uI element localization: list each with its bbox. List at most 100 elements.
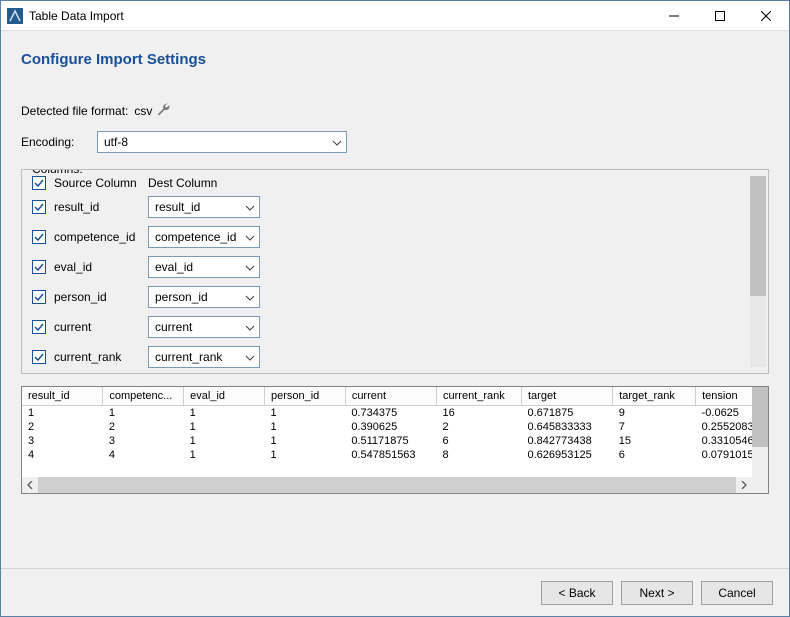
column-source-name: current_rank bbox=[54, 350, 148, 364]
grid-column-header[interactable]: target_rank bbox=[613, 387, 696, 406]
grid-row[interactable]: 22110.39062520.64583333370.25520833313 bbox=[22, 420, 752, 434]
column-checkbox[interactable] bbox=[32, 200, 46, 214]
maximize-button[interactable] bbox=[697, 1, 743, 31]
grid-cell: 1 bbox=[184, 434, 265, 448]
grid-cell: 2 bbox=[437, 420, 522, 434]
grid-column-header[interactable]: result_id bbox=[22, 387, 103, 406]
column-source-name: eval_id bbox=[54, 260, 148, 274]
chevron-down-icon bbox=[245, 230, 255, 244]
grid-column-header[interactable]: person_id bbox=[264, 387, 345, 406]
grid-cell: 6 bbox=[613, 448, 696, 462]
column-dest-value: eval_id bbox=[155, 260, 193, 274]
grid-vertical-scrollbar[interactable] bbox=[752, 387, 768, 477]
grid-cell: 16 bbox=[437, 406, 522, 421]
grid-cell: 0.390625 bbox=[345, 420, 436, 434]
grid-cell: 1 bbox=[264, 420, 345, 434]
column-mapping-row: current_rank current_rank bbox=[32, 346, 762, 368]
app-icon bbox=[7, 8, 23, 24]
grid-cell: 1 bbox=[184, 420, 265, 434]
detected-format-value: csv bbox=[134, 104, 152, 118]
grid-cell: 1 bbox=[184, 406, 265, 421]
column-source-name: result_id bbox=[54, 200, 148, 214]
column-dest-select[interactable]: current bbox=[148, 316, 260, 338]
grid-cell: 0.547851563 bbox=[345, 448, 436, 462]
grid-column-header[interactable]: target bbox=[522, 387, 613, 406]
grid-vertical-scrollbar-thumb[interactable] bbox=[752, 387, 768, 447]
grid-row[interactable]: 33110.5117187560.842773438150.3310546881… bbox=[22, 434, 752, 448]
grid-cell: 15 bbox=[613, 434, 696, 448]
grid-horizontal-scrollbar[interactable] bbox=[22, 477, 752, 493]
detected-format-row: Detected file format: csv bbox=[21, 102, 769, 119]
detected-format-label: Detected file format: bbox=[21, 104, 128, 118]
column-checkbox[interactable] bbox=[32, 320, 46, 334]
column-source-name: person_id bbox=[54, 290, 148, 304]
grid-cell: 4 bbox=[22, 448, 103, 462]
column-mapping-row: competence_idcompetence_id bbox=[32, 226, 762, 248]
grid-cell: 0.331054688 bbox=[696, 434, 752, 448]
column-dest-select[interactable]: eval_id bbox=[148, 256, 260, 278]
chevron-down-icon bbox=[245, 350, 255, 364]
back-button[interactable]: < Back bbox=[541, 581, 613, 605]
data-grid: result_idcompetenc...eval_idperson_idcur… bbox=[21, 386, 769, 494]
encoding-value: utf-8 bbox=[104, 135, 128, 149]
column-dest-value: result_id bbox=[155, 200, 200, 214]
grid-column-header[interactable]: tension bbox=[696, 387, 752, 406]
grid-horizontal-scrollbar-track[interactable] bbox=[38, 477, 736, 493]
grid-cell: 3 bbox=[103, 434, 184, 448]
column-checkbox[interactable] bbox=[32, 290, 46, 304]
column-dest-select[interactable]: person_id bbox=[148, 286, 260, 308]
close-button[interactable] bbox=[743, 1, 789, 31]
grid-row[interactable]: 44110.54785156380.62695312560.0791015637 bbox=[22, 448, 752, 462]
encoding-row: Encoding: utf-8 bbox=[21, 131, 769, 153]
page-title: Configure Import Settings bbox=[21, 51, 769, 68]
columns-master-checkbox[interactable] bbox=[32, 176, 46, 190]
window: Table Data Import Configure Import Setti… bbox=[0, 0, 790, 617]
column-checkbox[interactable] bbox=[32, 230, 46, 244]
column-dest-select[interactable]: competence_id bbox=[148, 226, 260, 248]
grid-cell: 1 bbox=[264, 434, 345, 448]
column-mapping-row: person_id person_id bbox=[32, 286, 762, 308]
grid-column-header[interactable]: competenc... bbox=[103, 387, 184, 406]
column-dest-select[interactable]: current_rank bbox=[148, 346, 260, 368]
grid-column-header[interactable]: current_rank bbox=[437, 387, 522, 406]
column-checkbox[interactable] bbox=[32, 350, 46, 364]
columns-scrollbar[interactable] bbox=[750, 176, 766, 367]
column-source-name: current bbox=[54, 320, 148, 334]
window-title: Table Data Import bbox=[29, 9, 124, 23]
column-mapping-row: eval_id eval_id bbox=[32, 256, 762, 278]
grid-cell: 2 bbox=[22, 420, 103, 434]
grid-cell: 9 bbox=[613, 406, 696, 421]
grid-cell: 1 bbox=[264, 448, 345, 462]
scroll-left-icon[interactable] bbox=[22, 477, 38, 493]
grid-cell: 1 bbox=[22, 406, 103, 421]
minimize-button[interactable] bbox=[651, 1, 697, 31]
grid-cell: 0.51171875 bbox=[345, 434, 436, 448]
grid-cell: 8 bbox=[437, 448, 522, 462]
columns-group-label: Columns: bbox=[30, 169, 85, 176]
scroll-right-icon[interactable] bbox=[736, 477, 752, 493]
columns-header-row: Source Column Dest Column bbox=[32, 176, 762, 190]
column-dest-value: current_rank bbox=[155, 350, 222, 364]
columns-scrollbar-thumb[interactable] bbox=[750, 176, 766, 296]
column-dest-select[interactable]: result_id bbox=[148, 196, 260, 218]
titlebar: Table Data Import bbox=[1, 1, 789, 31]
grid-cell: 4 bbox=[103, 448, 184, 462]
column-dest-value: current bbox=[155, 320, 192, 334]
wrench-icon[interactable] bbox=[156, 102, 170, 119]
encoding-label: Encoding: bbox=[21, 135, 91, 149]
grid-cell: 3 bbox=[22, 434, 103, 448]
footer: < Back Next > Cancel bbox=[1, 568, 789, 616]
grid-row[interactable]: 11110.734375160.6718759-0.06255 bbox=[22, 406, 752, 421]
grid-cell: 0.671875 bbox=[522, 406, 613, 421]
chevron-down-icon bbox=[245, 320, 255, 334]
columns-groupbox: Columns: Source Column Dest Column resul… bbox=[21, 169, 769, 374]
grid-cell: 0.842773438 bbox=[522, 434, 613, 448]
column-mapping-row: current current bbox=[32, 316, 762, 338]
column-dest-value: person_id bbox=[155, 290, 208, 304]
column-checkbox[interactable] bbox=[32, 260, 46, 274]
encoding-select[interactable]: utf-8 bbox=[97, 131, 347, 153]
grid-column-header[interactable]: current bbox=[345, 387, 436, 406]
cancel-button[interactable]: Cancel bbox=[701, 581, 773, 605]
next-button[interactable]: Next > bbox=[621, 581, 693, 605]
grid-column-header[interactable]: eval_id bbox=[184, 387, 265, 406]
